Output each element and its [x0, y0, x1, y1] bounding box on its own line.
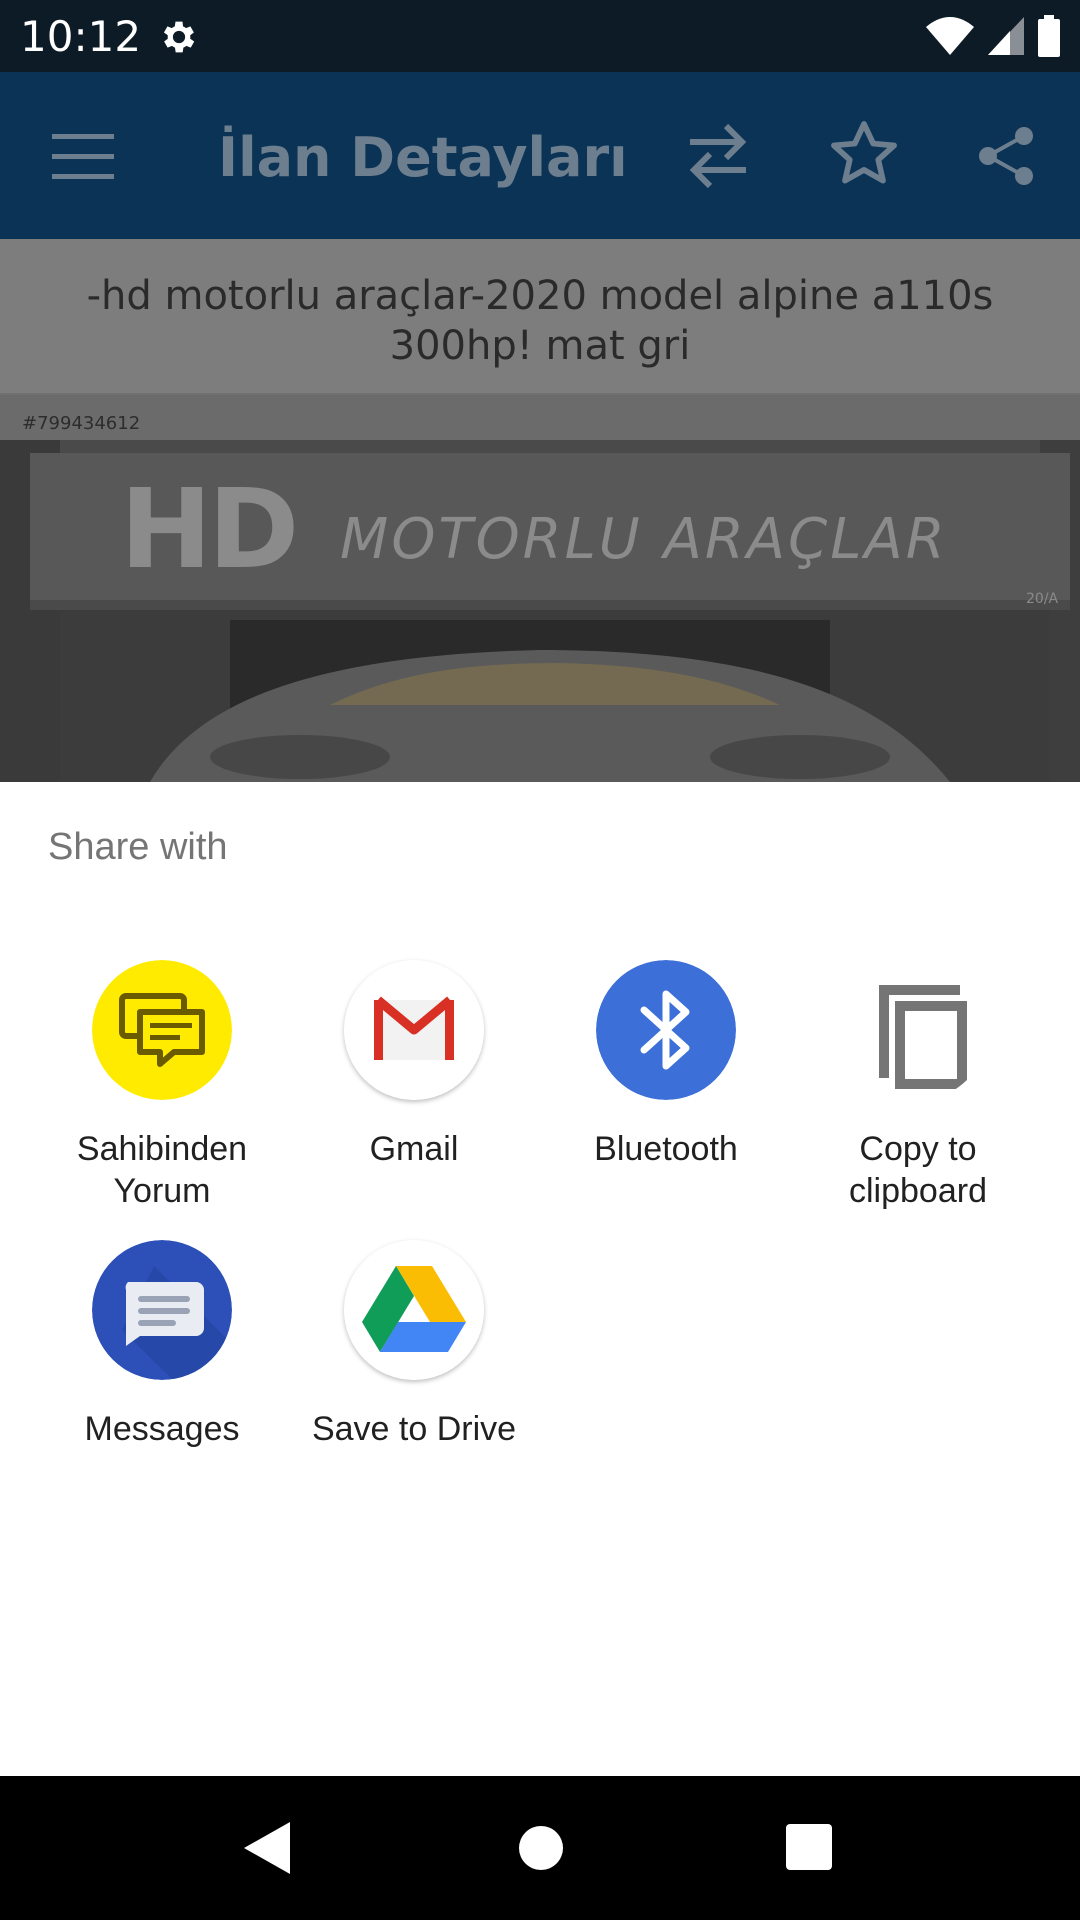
- share-target-label: Save to Drive: [311, 1410, 517, 1448]
- status-bar: 10:12: [0, 0, 1080, 72]
- share-target-bluetooth[interactable]: Bluetooth: [540, 960, 792, 1200]
- bluetooth-icon: [596, 960, 736, 1100]
- copy-icon: [879, 985, 967, 1089]
- share-target-label: Bluetooth: [594, 1130, 738, 1168]
- battery-icon: [1038, 15, 1060, 57]
- page-title: İlan Detayları: [218, 126, 628, 189]
- share-target-label: Copy to clipboard: [849, 1130, 987, 1210]
- recents-square-icon[interactable]: [786, 1824, 832, 1870]
- gmail-icon: [344, 960, 484, 1100]
- share-sheet: Share with Sahibinden Yorum Gmail Blueto…: [0, 782, 1080, 1776]
- sign-motorlu-text: MOTORLU ARAÇLAR: [340, 507, 948, 572]
- messages-icon: [92, 1240, 232, 1380]
- cell-signal-icon: [988, 17, 1024, 55]
- share-sheet-title: Share with: [48, 826, 228, 868]
- share-target-save-to-drive[interactable]: Save to Drive: [288, 1240, 540, 1460]
- listing-photo[interactable]: #799434612 HD MOTORLU ARAÇLAR 20/A: [0, 395, 1080, 782]
- drive-icon: [344, 1240, 484, 1380]
- share-target-label: Gmail: [369, 1130, 459, 1168]
- home-circle-icon[interactable]: [519, 1826, 563, 1870]
- wifi-icon: [926, 17, 974, 55]
- settings-gear-icon: [163, 21, 195, 53]
- share-icon[interactable]: [978, 126, 1034, 186]
- navigation-bar: [0, 1776, 1080, 1920]
- chat-bubbles-icon: [92, 960, 232, 1100]
- share-target-copy-to-clipboard[interactable]: Copy to clipboard: [792, 960, 1044, 1210]
- listing-title-area: -hd motorlu araçlar-2020 model alpine a1…: [0, 239, 1080, 395]
- share-target-messages[interactable]: Messages: [36, 1240, 288, 1460]
- share-target-sahibinden-yorum[interactable]: Sahibinden Yorum: [36, 960, 288, 1210]
- back-triangle-icon[interactable]: [244, 1822, 290, 1874]
- status-time: 10:12: [20, 12, 142, 61]
- photo-id: #799434612: [22, 413, 141, 434]
- menu-icon[interactable]: [52, 132, 114, 182]
- share-target-label: Messages: [84, 1410, 240, 1448]
- favorite-star-icon[interactable]: [826, 116, 902, 192]
- listing-title: -hd motorlu araçlar-2020 model alpine a1…: [86, 273, 994, 369]
- swap-arrows-icon[interactable]: [686, 118, 750, 194]
- app-bar: İlan Detayları: [0, 72, 1080, 239]
- sign-hd-text: HD: [120, 465, 299, 593]
- share-target-gmail[interactable]: Gmail: [288, 960, 540, 1200]
- door-number: 20/A: [1026, 591, 1059, 607]
- status-indicators: [926, 14, 1060, 58]
- share-target-label: Sahibinden Yorum: [76, 1130, 248, 1210]
